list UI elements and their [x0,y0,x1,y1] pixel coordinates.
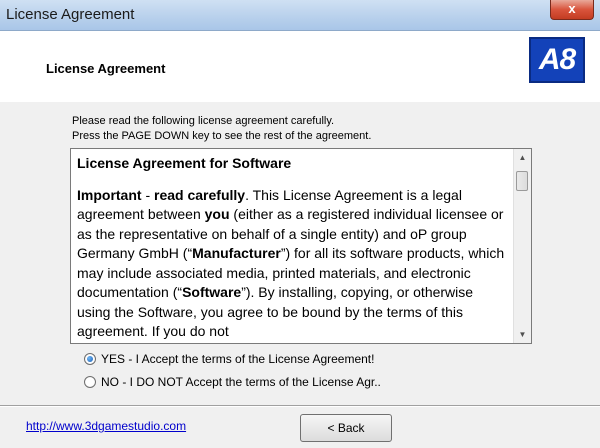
license-text-box[interactable]: License Agreement for Software Important… [70,148,532,344]
manufacturer-text: Manufacturer [192,245,281,261]
license-agreement-window: License Agreement x License Agreement A8… [0,0,600,448]
instruction-line-2: Press the PAGE DOWN key to see the rest … [72,130,372,142]
window-title: License Agreement [6,6,135,23]
software-text: Software [182,284,242,300]
accept-radio[interactable] [84,353,96,365]
website-link[interactable]: http://www.3dgamestudio.com [26,419,186,433]
a8-logo: A8 [529,37,585,83]
title-bar[interactable]: License Agreement x [0,0,600,31]
license-body: Important - read carefully. This License… [77,186,505,342]
decline-radio[interactable] [84,376,96,388]
you-text: you [204,206,230,222]
page-title: License Agreement [46,61,166,76]
instructions: Please read the following license agreem… [72,114,371,144]
vertical-scrollbar[interactable]: ▲ ▼ [513,149,531,343]
header-divider [0,101,600,102]
wizard-header: License Agreement A8 [0,31,600,102]
accept-label: YES - I Accept the terms of the License … [101,352,375,366]
scroll-down-arrow-icon[interactable]: ▼ [514,326,531,343]
read-carefully-text: read carefully [154,186,246,203]
close-button[interactable]: x [550,0,594,20]
license-paragraph: Important - read carefully. This License… [77,186,505,342]
scroll-up-arrow-icon[interactable]: ▲ [514,149,531,166]
decline-label: NO - I DO NOT Accept the terms of the Li… [101,375,381,389]
back-button[interactable]: < Back [300,414,392,442]
license-content: License Agreement for Software Important… [77,154,505,342]
decline-option[interactable]: NO - I DO NOT Accept the terms of the Li… [84,375,381,389]
scroll-thumb[interactable] [516,171,528,191]
accept-option[interactable]: YES - I Accept the terms of the License … [84,352,374,366]
important-text: Important [77,186,142,203]
instruction-line-1: Please read the following license agreem… [72,115,335,127]
dash-text: - [141,186,155,203]
footer-divider-highlight [0,406,600,407]
license-heading: License Agreement for Software [77,155,292,171]
